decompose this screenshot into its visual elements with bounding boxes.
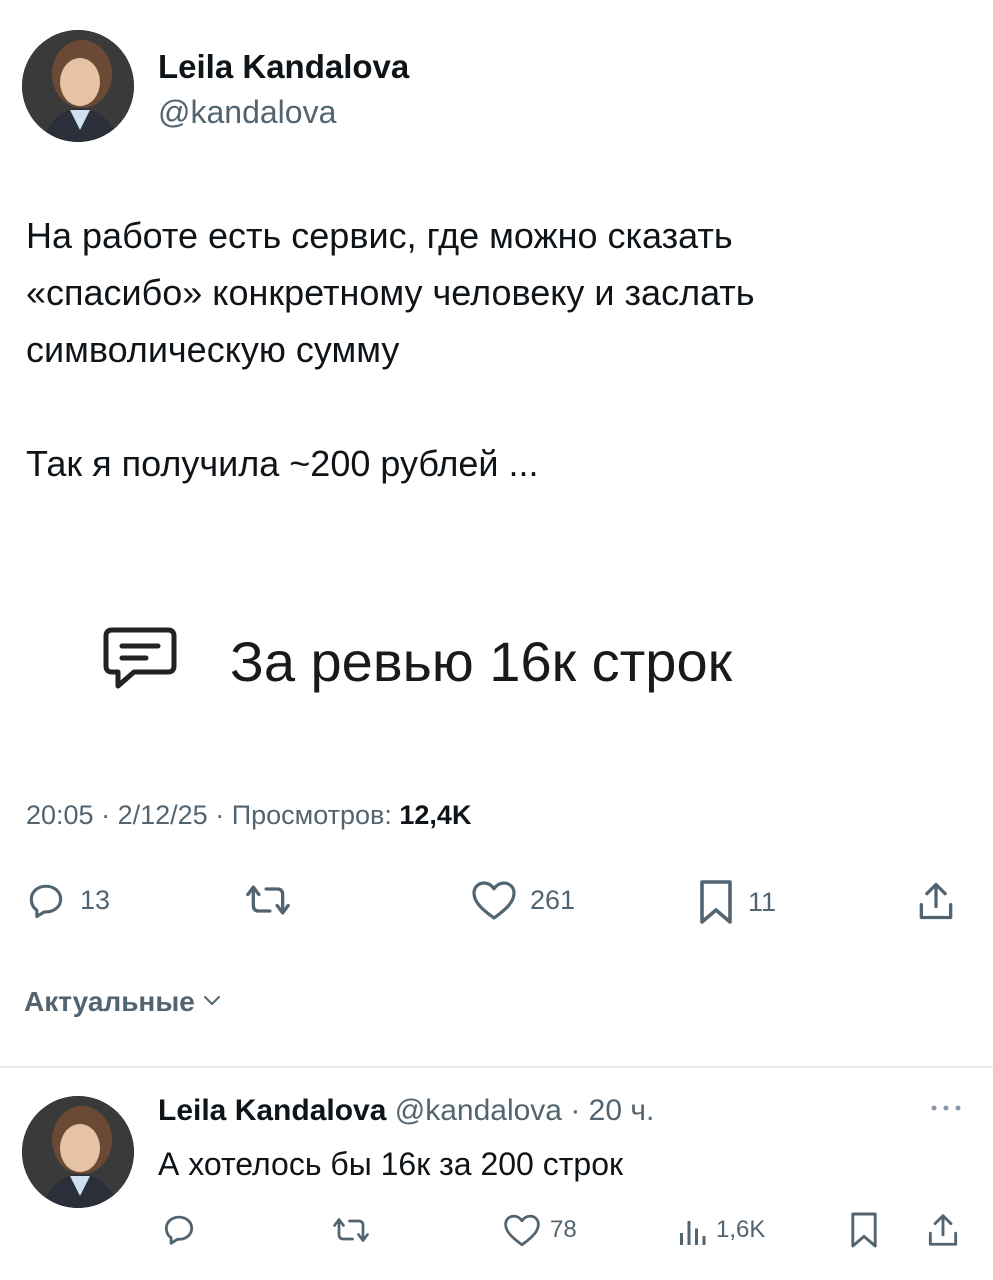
more-icon <box>928 1105 964 1122</box>
author-handle[interactable]: @kandalova <box>158 94 336 131</box>
share-icon <box>914 878 958 924</box>
bookmark-count: 11 <box>748 886 777 917</box>
reply-views-button[interactable]: 1,6K <box>676 1212 765 1248</box>
reply-like-count: 78 <box>550 1216 577 1243</box>
retweet-icon <box>328 1212 374 1248</box>
reply-author-handle[interactable]: @kandalova <box>395 1094 562 1127</box>
like-button[interactable]: 261 <box>470 878 575 922</box>
heart-icon <box>502 1212 542 1248</box>
tweet-text-line: Так я получила ~200 рублей ... <box>26 443 539 484</box>
author-name[interactable]: Leila Kandalova <box>158 48 409 86</box>
views-label: Просмотров: <box>231 800 392 830</box>
tweet-text-line: На работе есть сервис, где можно сказать <box>26 215 733 256</box>
reply-like-button[interactable]: 78 <box>502 1212 577 1248</box>
author-avatar[interactable] <box>22 30 134 142</box>
reply-views-count: 1,6K <box>716 1216 766 1243</box>
reply-header: Leila Kandalova @kandalova · 20 ч. <box>158 1094 655 1127</box>
chevron-down-icon <box>201 986 223 1018</box>
more-options-button[interactable] <box>928 1098 964 1123</box>
embed-caption: За ревью 16к строк <box>230 629 733 693</box>
tweet-time[interactable]: 20:05 <box>26 800 94 830</box>
reply-icon <box>160 1210 198 1248</box>
tweet-text: На работе есть сервис, где можно сказать… <box>26 207 755 492</box>
views-icon <box>676 1212 708 1248</box>
tweet-text-line: «спасибо» конкретному человеку и заслать <box>26 272 755 313</box>
bookmark-button[interactable]: 11 <box>696 878 776 926</box>
tweet-text-line: символическую сумму <box>26 329 400 370</box>
replies-sort-dropdown[interactable]: Актуальные <box>24 986 223 1018</box>
reply-author-name[interactable]: Leila Kandalova <box>158 1094 386 1127</box>
reply-reply-button[interactable] <box>160 1210 198 1248</box>
reply-age[interactable]: 20 ч. <box>589 1094 655 1127</box>
sort-label: Актуальные <box>24 986 195 1017</box>
share-button[interactable] <box>914 878 958 924</box>
tweet-date[interactable]: 2/12/25 <box>118 800 208 830</box>
bookmark-icon <box>696 878 736 926</box>
divider <box>0 1066 993 1068</box>
avatar-photo <box>22 1096 134 1208</box>
embedded-image[interactable]: За ревью 16к строк <box>100 596 880 726</box>
like-count: 261 <box>530 884 576 915</box>
views-count: 12,4K <box>399 800 472 830</box>
reply-share-button[interactable] <box>924 1210 962 1250</box>
tweet-meta: 20:05 · 2/12/25 · Просмотров: 12,4K <box>26 800 472 830</box>
reply-retweet-button[interactable] <box>328 1212 374 1248</box>
reply-bookmark-button[interactable] <box>848 1210 880 1250</box>
reply-button[interactable]: 13 <box>24 878 110 922</box>
comment-icon <box>100 624 180 699</box>
share-icon <box>924 1210 962 1250</box>
retweet-icon <box>240 878 296 922</box>
reply-text: А хотелось бы 16к за 200 строк <box>158 1146 623 1182</box>
bookmark-icon <box>848 1210 880 1250</box>
avatar-photo <box>22 30 134 142</box>
reply-count: 13 <box>80 884 111 915</box>
retweet-button[interactable] <box>240 878 296 922</box>
reply-author-avatar[interactable] <box>22 1096 134 1208</box>
reply-icon <box>24 878 68 922</box>
heart-icon <box>470 878 518 922</box>
